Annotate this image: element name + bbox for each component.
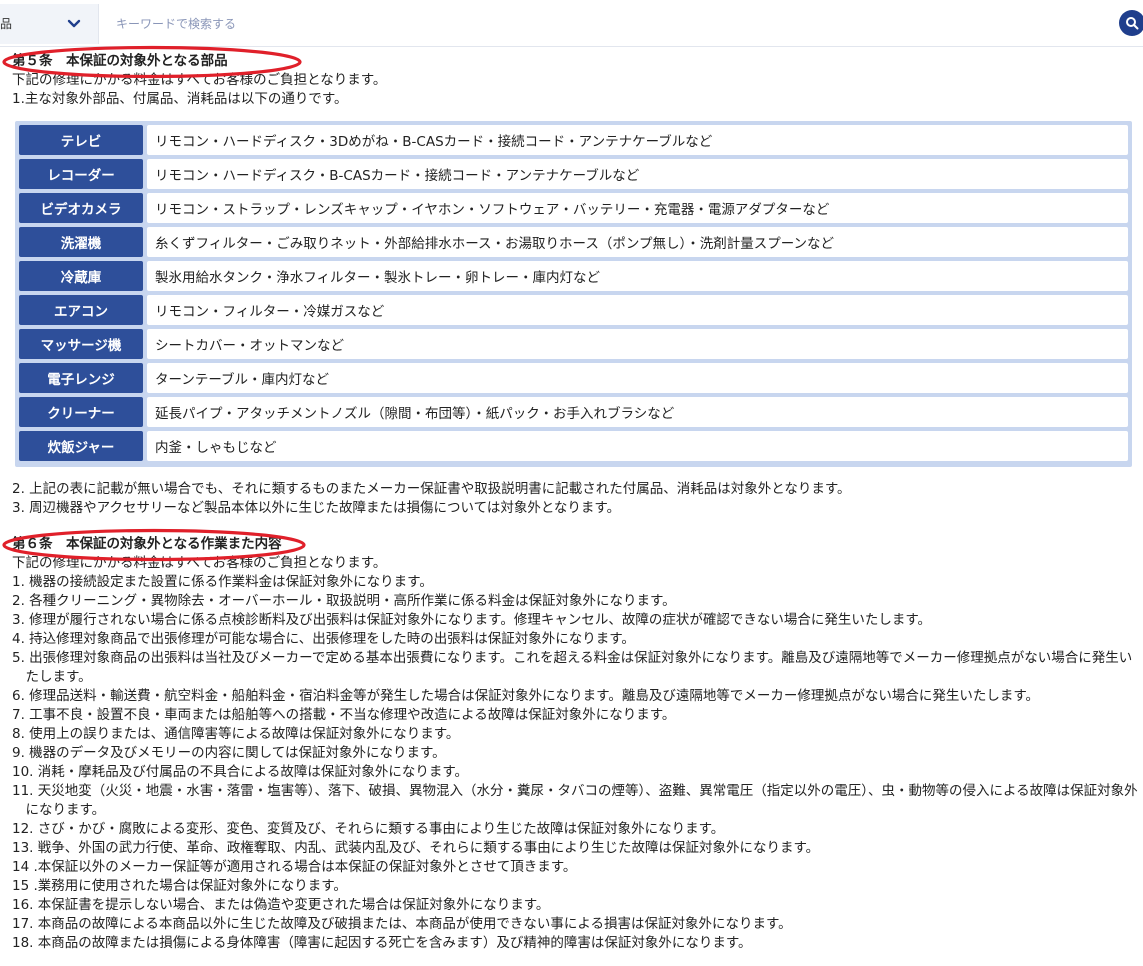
- search-input[interactable]: [100, 4, 1110, 44]
- list-item: 1. 機器の接続設定また設置に係る作業料金は保証対象外になります。: [12, 574, 433, 590]
- table-row: ビデオカメラ リモコン・ストラップ・レンズキャップ・イヤホン・ソフトウェア・バッテ…: [19, 193, 1128, 223]
- category-cell: クリーナー: [19, 397, 143, 427]
- section5-item2: 2. 上記の表に記載が無い場合でも、それに類するものまたメーカー保証書や取扱説明…: [12, 481, 851, 497]
- table-row: テレビ リモコン・ハードディスク・3Dめがね・B-CASカード・接続コード・アンテ…: [19, 125, 1128, 155]
- parts-cell: シートカバー・オットマンなど: [147, 329, 1128, 359]
- section6-list: 1. 機器の接続設定また設置に係る作業料金は保証対象外になります。 2. 各種クリ…: [12, 573, 1140, 953]
- table-row: エアコン リモコン・フィルター・冷媒ガスなど: [19, 295, 1128, 325]
- search-button[interactable]: [1119, 10, 1143, 36]
- category-cell: 炊飯ジャー: [19, 431, 143, 461]
- list-item: 7. 工事不良・設置不良・車両または船舶等への搭載・不当な修理や改造による故障は…: [12, 707, 676, 723]
- section5-item3: 3. 周辺機器やアクセサリーなど製品本体以外に生じた故障または損傷については対象…: [12, 500, 621, 516]
- table-row: レコーダー リモコン・ハードディスク・B-CASカード・接続コード・アンテナケーブ…: [19, 159, 1128, 189]
- parts-cell: 製氷用給水タンク・浄水フィルター・製氷トレー・卵トレー・庫内灯など: [147, 261, 1128, 291]
- table-row: 電子レンジ ターンテーブル・庫内灯など: [19, 363, 1128, 393]
- category-cell: 電子レンジ: [19, 363, 143, 393]
- section5-title-wrap: 第５条 本保証の対象外となる部品: [2, 45, 1140, 79]
- parts-cell: リモコン・フィルター・冷媒ガスなど: [147, 295, 1128, 325]
- list-item: 13. 戦争、外国の武力行使、革命、政権奪取、内乱、武装内乱及び、それらに類する…: [12, 840, 820, 856]
- category-cell: テレビ: [19, 125, 143, 155]
- list-item: 17. 本商品の故障による本商品以外に生じた故障及び破損または、本商品が使用でき…: [12, 916, 792, 932]
- list-item: 5. 出張修理対象商品の出張料は当社及びメーカーで定める基本出張費になります。こ…: [12, 650, 1133, 685]
- parts-cell: リモコン・ストラップ・レンズキャップ・イヤホン・ソフトウェア・バッテリー・充電器…: [147, 193, 1128, 223]
- list-item: 8. 使用上の誤りまたは、通信障害等による故障は保証対象外になります。: [12, 726, 460, 742]
- parts-cell: リモコン・ハードディスク・3Dめがね・B-CASカード・接続コード・アンテナケー…: [147, 125, 1128, 155]
- excluded-parts-table: テレビ リモコン・ハードディスク・3Dめがね・B-CASカード・接続コード・アンテ…: [15, 121, 1132, 467]
- table-row: マッサージ機 シートカバー・オットマンなど: [19, 329, 1128, 359]
- category-dropdown-value: 品: [0, 17, 13, 31]
- list-item: 15 .業務用に使用された場合は保証対象外になります。: [12, 878, 347, 894]
- section5-intro: 下記の修理にかかる料金はすべてお客様のご負担となります。: [12, 72, 387, 88]
- parts-cell: 内釜・しゃもじなど: [147, 431, 1128, 461]
- category-cell: ビデオカメラ: [19, 193, 143, 223]
- category-cell: エアコン: [19, 295, 143, 325]
- warranty-content: 第５条 本保証の対象外となる部品 下記の修理にかかる料金はすべてお客様のご負担と…: [2, 45, 1140, 953]
- list-item: 6. 修理品送料・輸送費・航空料金・船舶料金・宿泊料金等が発生した場合は保証対象…: [12, 688, 1039, 704]
- list-item: 4. 持込修理対象商品で出張修理が可能な場合に、出張修理をした時の出張料は保証対…: [12, 631, 635, 647]
- category-cell: マッサージ機: [19, 329, 143, 359]
- list-item: 18. 本商品の故障または損傷による身体障害（障害に起因する死亡を含みます）及び…: [12, 935, 752, 951]
- category-cell: レコーダー: [19, 159, 143, 189]
- list-item: 10. 消耗・摩耗品及び付属品の不具合による故障は保証対象外になります。: [12, 764, 469, 780]
- list-item: 11. 天災地変（火災・地震・水害・落雷・塩害等）、落下、破損、異物混入（水分・…: [12, 783, 1138, 818]
- parts-cell: 延長パイプ・アタッチメントノズル（隙間・布団等）・紙パック・お手入れブラシなど: [147, 397, 1128, 427]
- chevron-down-icon: [67, 19, 81, 28]
- section6-title: 第６条 本保証の対象外となる作業また内容: [12, 536, 282, 552]
- section5-title: 第５条 本保証の対象外となる部品: [12, 53, 228, 69]
- search-bar: 品: [0, 0, 1143, 47]
- list-item: 14 .本保証以外のメーカー保証等が適用される場合は本保証の保証対象外とさせて頂…: [12, 859, 577, 875]
- category-cell: 冷蔵庫: [19, 261, 143, 291]
- list-item: 16. 本保証書を提示しない場合、または偽造や変更された場合は保証対象外になりま…: [12, 897, 550, 913]
- list-item: 3. 修理が履行されない場合に係る点検診断料及び出張料は保証対象外になります。修…: [12, 612, 931, 628]
- section6-intro: 下記の修理にかかる料金はすべてお客様のご負担となります。: [12, 555, 387, 571]
- parts-cell: ターンテーブル・庫内灯など: [147, 363, 1128, 393]
- section6-title-wrap: 第６条 本保証の対象外となる作業また内容: [2, 528, 1140, 562]
- parts-cell: 糸くずフィルター・ごみ取りネット・外部給排水ホース・お湯取りホース（ポンプ無し）…: [147, 227, 1128, 257]
- search-icon: [1126, 17, 1139, 30]
- list-item: 2. 各種クリーニング・異物除去・オーバーホール・取扱説明・高所作業に係る料金は…: [12, 593, 676, 609]
- list-item: 9. 機器のデータ及びメモリーの内容に関しては保証対象外になります。: [12, 745, 446, 761]
- parts-cell: リモコン・ハードディスク・B-CASカード・接続コード・アンテナケーブルなど: [147, 159, 1128, 189]
- list-item: 12. さび・かび・腐敗による変形、変色、変質及び、それらに類する事由により生じ…: [12, 821, 725, 837]
- table-row: 炊飯ジャー 内釜・しゃもじなど: [19, 431, 1128, 461]
- category-cell: 洗濯機: [19, 227, 143, 257]
- section5-item1: 1.主な対象外部品、付属品、消耗品は以下の通りです。: [12, 91, 348, 107]
- table-row: 洗濯機 糸くずフィルター・ごみ取りネット・外部給排水ホース・お湯取りホース（ポンプ…: [19, 227, 1128, 257]
- table-row: クリーナー 延長パイプ・アタッチメントノズル（隙間・布団等）・紙パック・お手入れブ…: [19, 397, 1128, 427]
- table-row: 冷蔵庫 製氷用給水タンク・浄水フィルター・製氷トレー・卵トレー・庫内灯など: [19, 261, 1128, 291]
- category-dropdown[interactable]: 品: [0, 4, 99, 44]
